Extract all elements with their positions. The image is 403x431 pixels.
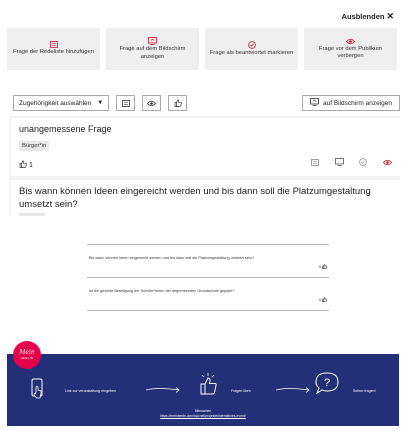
meinberlin-logo: Mein BERLIN [13, 341, 41, 369]
presentation-question-text: Ist die gezielte Beteiligung der Schüler… [89, 289, 235, 293]
logo-subtext: BERLIN [20, 355, 34, 360]
action-bar: Frage der Redeliste hinzufügen Frage auf… [7, 28, 397, 70]
close-icon: ✕ [386, 11, 394, 21]
screen-button-label: auf Bildschirm anzeigen [322, 99, 392, 107]
sort-likes-button[interactable] [168, 94, 188, 112]
thumbs-up-icon [322, 297, 327, 302]
step-enter-link: Link zur veranstaltung eingeben [65, 389, 116, 393]
list-icon [49, 41, 58, 49]
presentation-list: Bis wann können Ideen eingereicht werden… [87, 244, 329, 311]
mark-answered-button[interactable]: Frage als beantwortet markieren [205, 28, 298, 70]
thumbs-up-icon [19, 160, 27, 170]
phone-tap-icon [31, 378, 43, 399]
affiliation-select-label: Zugehörigkeit auswählen [19, 99, 92, 107]
screen-icon [148, 37, 157, 45]
step-like-questions: Fragen liken [231, 389, 251, 393]
add-to-speaker-list-button[interactable]: Frage der Redeliste hinzufügen [7, 28, 100, 70]
list-item: Bis wann können Ideen eingereicht werden… [87, 245, 329, 278]
filter-list-button[interactable] [116, 94, 136, 112]
list-item: Ist die gezielte Beteiligung der Schüler… [87, 278, 329, 311]
check-circle-icon [247, 40, 256, 49]
show-on-screen-toggle[interactable]: auf Bildschirm anzeigen [301, 95, 400, 111]
thumbs-up-icon [200, 373, 217, 395]
question-title: unangemessene Frage [19, 124, 112, 134]
hide-button[interactable]: Ausblenden ✕ [341, 11, 394, 22]
like-count: 0 [318, 297, 321, 302]
action-label: Frage vor dem Publikum verbergen [318, 45, 383, 60]
screen-icon[interactable] [334, 157, 344, 167]
caret-down-icon: ▼ [97, 100, 104, 106]
eye-icon [147, 94, 157, 112]
hide-label: Ausblenden [341, 12, 385, 21]
action-label: Frage als beantwortet markieren [209, 49, 294, 56]
arrow-right-icon [145, 387, 180, 393]
like-count: 1 [29, 161, 33, 169]
instructions-banner: Mein BERLIN Link zur veranstaltung einge… [7, 341, 399, 426]
affiliation-tag [19, 213, 45, 216]
arrow-right-icon [275, 387, 310, 393]
question-actions [310, 157, 392, 167]
question-title: Bis wann können Ideen eingereicht werden… [19, 186, 371, 210]
affiliation-tag: Bürger*in [19, 141, 50, 151]
presentation-like-count: 0 [319, 297, 327, 302]
eye-icon [346, 38, 355, 45]
thumbs-up-icon [174, 94, 182, 112]
eye-icon[interactable] [382, 157, 392, 167]
thumbs-up-icon [322, 264, 327, 269]
presentation-like-count: 0 [319, 264, 327, 269]
participate-info: Mitmachen https://meinberlin-dev.liqd.ne… [7, 409, 399, 418]
like-count: 0 [318, 264, 321, 269]
screen-icon [310, 98, 319, 108]
presentation-question-text: Bis wann können Ideen eingereicht werden… [89, 256, 255, 260]
show-on-screen-button[interactable]: Frage auf dem Bildschirm anzeigen [106, 28, 199, 70]
affiliation-select[interactable]: Zugehörigkeit auswählen ▼ [13, 95, 110, 111]
filter-toolbar: Zugehörigkeit auswählen ▼ auf Bildschirm… [13, 93, 400, 113]
svg-text:?: ? [324, 377, 330, 389]
list-icon[interactable] [310, 157, 320, 167]
hide-from-audience-button[interactable]: Frage vor dem Publikum verbergen [304, 28, 397, 70]
question-card: Bis wann können Ideen eingereicht werden… [11, 180, 400, 216]
step-ask-yourself: Selber fragen! [353, 389, 376, 393]
list-icon [121, 94, 130, 112]
filter-visible-button[interactable] [142, 94, 162, 112]
question-list: unangemessene Frage Bürger*in 1 Bis wann… [9, 116, 400, 216]
question-card: unangemessene Frage Bürger*in 1 [11, 118, 400, 176]
question-bubble-icon: ? [315, 372, 339, 395]
action-label: Frage auf dem Bildschirm anzeigen [119, 46, 186, 60]
event-link[interactable]: https://meinberlin-dev.liqd.net/projekte… [7, 414, 399, 419]
action-label: Frage der Redeliste hinzufügen [13, 49, 94, 56]
like-button[interactable]: 1 [19, 160, 33, 170]
check-circle-icon[interactable] [358, 157, 368, 167]
